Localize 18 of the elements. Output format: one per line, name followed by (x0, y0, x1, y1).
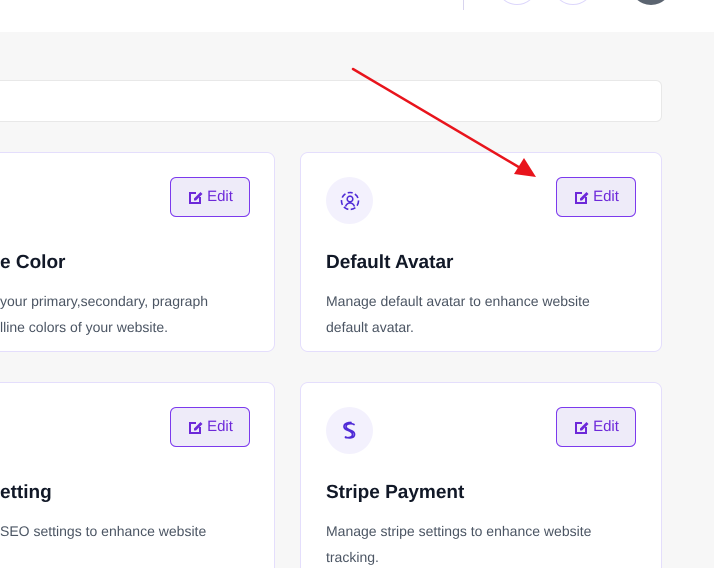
card-title: Stripe Payment (326, 481, 466, 505)
edit-icon (187, 189, 204, 205)
card-title: e Color (0, 251, 66, 275)
edit-icon (187, 419, 204, 435)
card-description: your primary,secondary, pragraph lline colors of your website. (0, 292, 210, 337)
edit-button[interactable]: Edit (170, 407, 250, 447)
user-icon (340, 190, 360, 210)
card-description: SEO settings to enhance website (0, 522, 208, 541)
edit-icon (573, 419, 590, 435)
card-description: Manage stripe settings to enhance website tracking. (326, 522, 592, 567)
card-title: etting (0, 481, 53, 505)
edit-button[interactable]: Edit (556, 407, 636, 447)
card-title: Default Avatar (326, 251, 454, 275)
edit-button[interactable]: Edit (170, 177, 250, 217)
edit-button[interactable]: Edit (556, 177, 636, 217)
edit-icon (573, 189, 590, 205)
stripe-icon (342, 420, 358, 440)
card-description: Manage default avatar to enhance website default avatar. (326, 292, 591, 336)
